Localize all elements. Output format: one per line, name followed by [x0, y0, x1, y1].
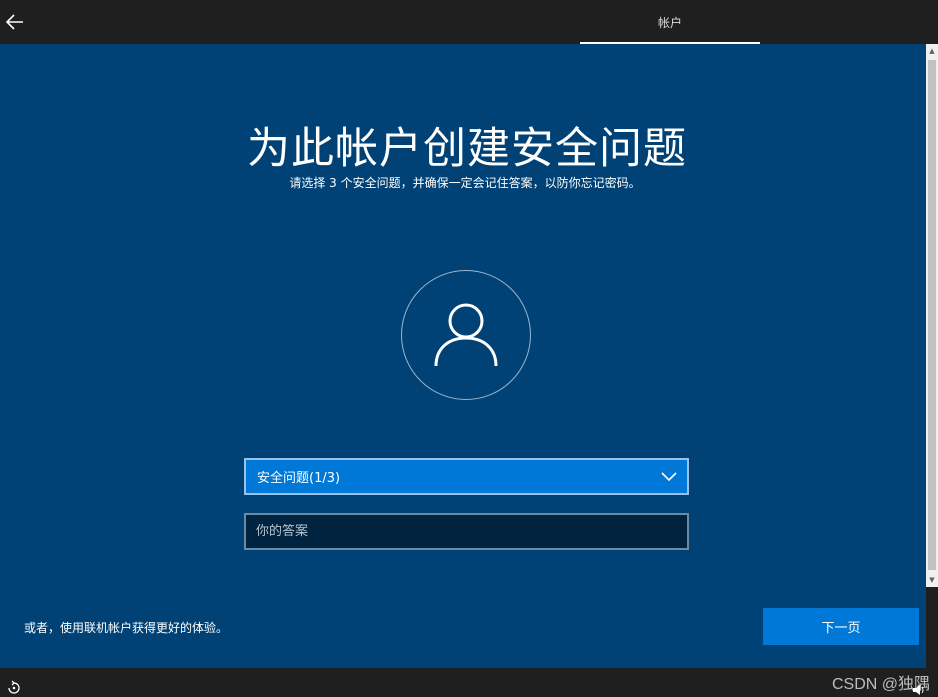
answer-field[interactable]	[244, 513, 689, 550]
scroll-up-arrow-icon[interactable]: ▲	[926, 44, 938, 58]
tab-account[interactable]: 帐户	[580, 0, 760, 44]
top-bar: 帐户	[0, 0, 938, 44]
security-question-value: 安全问题(1/3)	[257, 471, 341, 486]
back-button[interactable]	[4, 8, 26, 36]
arrow-left-icon	[6, 14, 23, 30]
page-title: 为此帐户创建安全问题	[247, 124, 687, 174]
answer-input[interactable]	[256, 524, 677, 539]
page-subtitle: 请选择 3 个安全问题，并确保一定会记住答案，以防你忘记密码。	[289, 176, 641, 190]
security-question-select[interactable]: 安全问题(1/3)	[244, 458, 689, 495]
bottom-bar: CSDN @独隅	[0, 668, 938, 697]
chevron-down-icon	[661, 471, 677, 481]
avatar	[401, 270, 531, 400]
online-account-link[interactable]: 或者，使用联机帐户获得更好的体验。	[24, 619, 228, 636]
volume-icon[interactable]	[912, 684, 926, 696]
user-icon	[434, 303, 498, 367]
ease-of-access-icon[interactable]	[6, 680, 22, 696]
oobe-panel: 为此帐户创建安全问题 请选择 3 个安全问题，并确保一定会记住答案，以防你忘记密…	[0, 44, 926, 668]
next-button[interactable]: 下一页	[763, 608, 919, 645]
scroll-thumb[interactable]	[928, 60, 936, 570]
vertical-scrollbar[interactable]: ▲ ▼	[926, 44, 938, 587]
scroll-down-arrow-icon[interactable]: ▼	[926, 573, 938, 587]
